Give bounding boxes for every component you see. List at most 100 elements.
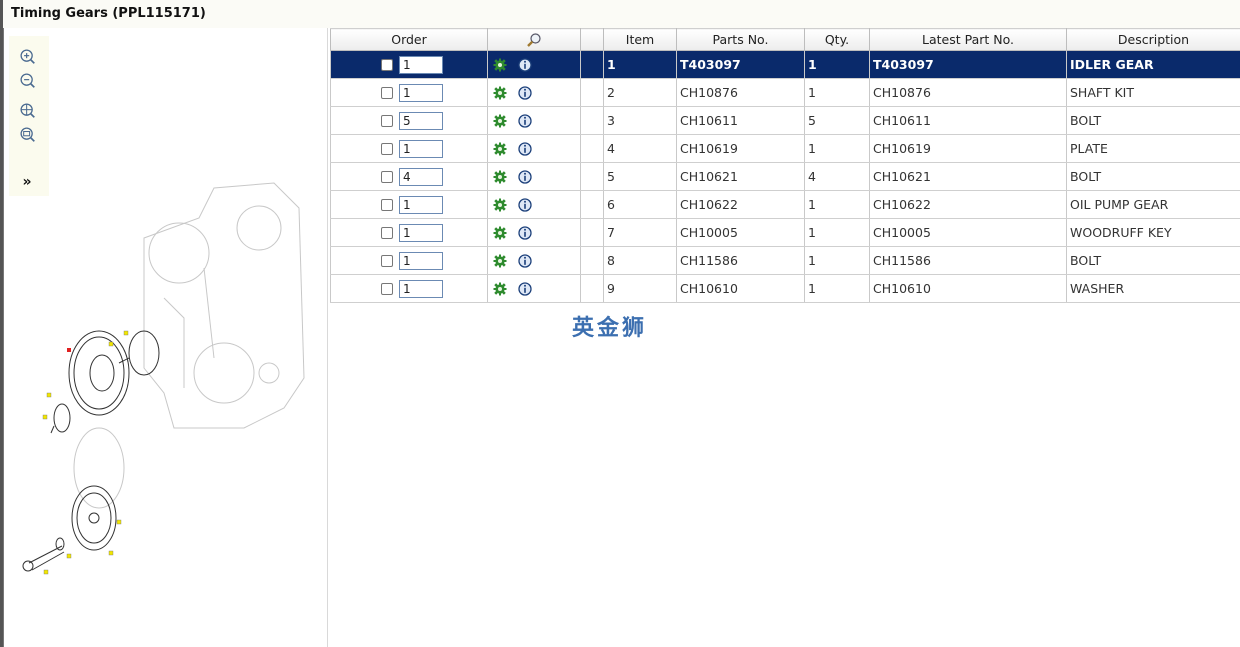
- order-quantity-input[interactable]: 1: [399, 83, 443, 102]
- order-quantity-input[interactable]: 1: [399, 139, 443, 158]
- info-icon[interactable]: [518, 226, 532, 240]
- order-checkbox[interactable]: [381, 142, 393, 155]
- description-cell: IDLER GEAR: [1066, 50, 1240, 79]
- order-checkbox[interactable]: [381, 170, 393, 183]
- table-row[interactable]: 1 1 T403097 1 T403097 IDLER GEAR: [330, 50, 1240, 79]
- item-cell: 8: [603, 246, 677, 275]
- latest-part-no-cell: CH10611: [869, 106, 1067, 135]
- parts-no-cell: T403097: [676, 50, 805, 79]
- qty-cell: 1: [804, 50, 870, 79]
- blank-cell: [580, 218, 604, 247]
- order-cell: 1: [330, 190, 488, 219]
- qty-cell: 1: [804, 218, 870, 247]
- column-header-find[interactable]: [487, 28, 581, 51]
- actions-cell: [487, 246, 581, 275]
- description-cell: BOLT: [1066, 106, 1240, 135]
- info-icon[interactable]: [518, 282, 532, 296]
- gear-icon[interactable]: [493, 86, 507, 100]
- latest-part-no-cell: CH10621: [869, 162, 1067, 191]
- table-row[interactable]: 1 8 CH11586 1 CH11586 BOLT: [330, 246, 1240, 275]
- qty-cell: 4: [804, 162, 870, 191]
- order-cell: 1: [330, 274, 488, 303]
- blank-cell: [580, 78, 604, 107]
- description-cell: PLATE: [1066, 134, 1240, 163]
- order-quantity-input[interactable]: 1: [399, 279, 443, 298]
- info-icon[interactable]: [518, 114, 532, 128]
- qty-cell: 1: [804, 134, 870, 163]
- gear-icon[interactable]: [493, 198, 507, 212]
- order-cell: 1: [330, 246, 488, 275]
- zoom-out-button[interactable]: [17, 70, 37, 90]
- info-icon[interactable]: [518, 58, 533, 72]
- table-row[interactable]: 1 6 CH10622 1 CH10622 OIL PUMP GEAR: [330, 190, 1240, 219]
- actions-cell: [487, 218, 581, 247]
- table-row[interactable]: 4 5 CH10621 4 CH10621 BOLT: [330, 162, 1240, 191]
- info-icon[interactable]: [518, 198, 532, 212]
- qty-cell: 1: [804, 190, 870, 219]
- latest-part-no-cell: T403097: [869, 50, 1067, 79]
- zoom-fit-button[interactable]: [17, 100, 37, 120]
- zoom-in-button[interactable]: [17, 46, 37, 66]
- gear-icon[interactable]: [493, 142, 507, 156]
- page-title: Timing Gears (PPL115171): [11, 6, 206, 21]
- table-row[interactable]: 5 3 CH10611 5 CH10611 BOLT: [330, 106, 1240, 135]
- order-checkbox[interactable]: [381, 198, 393, 211]
- parts-no-cell: CH10876: [676, 78, 805, 107]
- blank-cell: [580, 134, 604, 163]
- gear-icon[interactable]: [493, 114, 507, 128]
- latest-part-no-cell: CH10622: [869, 190, 1067, 219]
- latest-part-no-cell: CH11586: [869, 246, 1067, 275]
- column-header-latest-part-no[interactable]: Latest Part No.: [869, 28, 1067, 51]
- order-cell: 1: [330, 218, 488, 247]
- order-checkbox[interactable]: [381, 86, 393, 99]
- zoom-window-button[interactable]: [17, 124, 37, 144]
- info-icon[interactable]: [518, 142, 532, 156]
- gear-icon[interactable]: [493, 226, 507, 240]
- magnifier-icon: [527, 33, 541, 47]
- order-quantity-input[interactable]: 1: [399, 55, 443, 74]
- order-checkbox[interactable]: [381, 282, 393, 295]
- blank-cell: [580, 162, 604, 191]
- table-row[interactable]: 1 7 CH10005 1 CH10005 WOODRUFF KEY: [330, 218, 1240, 247]
- description-cell: BOLT: [1066, 162, 1240, 191]
- parts-no-cell: CH10005: [676, 218, 805, 247]
- column-header-description[interactable]: Description: [1066, 28, 1240, 51]
- item-cell: 6: [603, 190, 677, 219]
- item-cell: 1: [603, 50, 677, 79]
- gear-icon[interactable]: [493, 254, 507, 268]
- table-row[interactable]: 1 9 CH10610 1 CH10610 WASHER: [330, 274, 1240, 303]
- blank-cell: [580, 50, 604, 79]
- order-quantity-input[interactable]: 4: [399, 167, 443, 186]
- order-checkbox[interactable]: [381, 58, 393, 71]
- info-icon[interactable]: [518, 170, 532, 184]
- order-quantity-input[interactable]: 1: [399, 195, 443, 214]
- latest-part-no-cell: CH10610: [869, 274, 1067, 303]
- order-quantity-input[interactable]: 5: [399, 111, 443, 130]
- table-row[interactable]: 1 4 CH10619 1 CH10619 PLATE: [330, 134, 1240, 163]
- title-bar: Timing Gears (PPL115171): [0, 0, 1240, 28]
- gear-icon[interactable]: [493, 170, 507, 184]
- order-quantity-input[interactable]: 1: [399, 223, 443, 242]
- description-cell: SHAFT KIT: [1066, 78, 1240, 107]
- parts-no-cell: CH10610: [676, 274, 805, 303]
- info-icon[interactable]: [518, 254, 532, 268]
- item-cell: 2: [603, 78, 677, 107]
- blank-cell: [580, 106, 604, 135]
- order-checkbox[interactable]: [381, 114, 393, 127]
- order-checkbox[interactable]: [381, 254, 393, 267]
- gear-icon[interactable]: [493, 58, 507, 72]
- info-icon[interactable]: [518, 86, 532, 100]
- blank-cell: [580, 190, 604, 219]
- table-row[interactable]: 1 2 CH10876 1 CH10876 SHAFT KIT: [330, 78, 1240, 107]
- order-quantity-input[interactable]: 1: [399, 251, 443, 270]
- column-header-item[interactable]: Item: [603, 28, 677, 51]
- parts-no-cell: CH10611: [676, 106, 805, 135]
- column-header-qty[interactable]: Qty.: [804, 28, 870, 51]
- order-checkbox[interactable]: [381, 226, 393, 239]
- column-header-parts-no[interactable]: Parts No.: [676, 28, 805, 51]
- actions-cell: [487, 162, 581, 191]
- exploded-parts-diagram[interactable]: [14, 178, 314, 578]
- gear-icon[interactable]: [493, 282, 507, 296]
- description-cell: BOLT: [1066, 246, 1240, 275]
- column-header-order[interactable]: Order: [330, 28, 488, 51]
